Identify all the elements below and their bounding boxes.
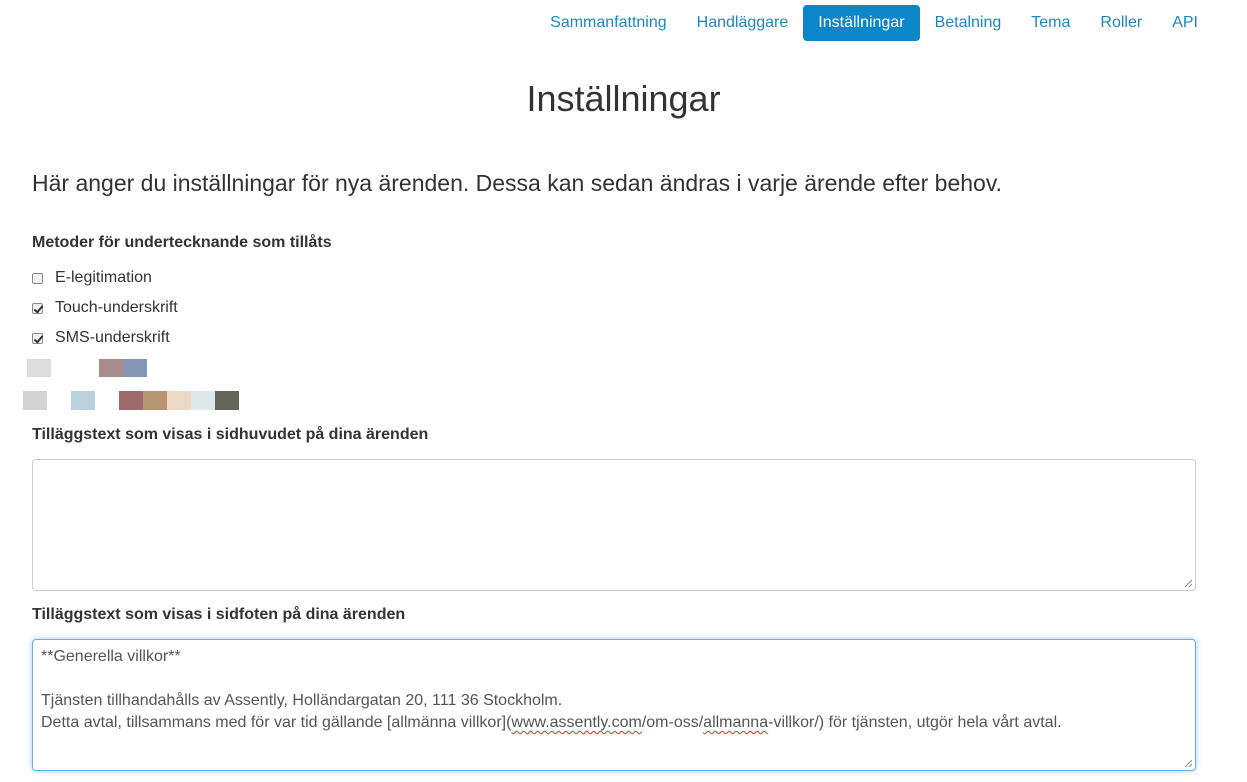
footer-text-label: Tilläggstext som visas i sidfoten på din… xyxy=(32,606,406,623)
settings-page: Sammanfattning Handläggare Inställningar… xyxy=(0,0,1247,782)
color-swatch xyxy=(215,391,239,410)
nav-tab-sammanfattning[interactable]: Sammanfattning xyxy=(535,5,682,41)
page-lead-text: Här anger du inställningar för nya ärend… xyxy=(32,170,1002,196)
footer-link-text: www.assently.com xyxy=(511,714,642,731)
touch-underskrift-checkbox[interactable] xyxy=(32,302,43,314)
resize-handle-icon[interactable] xyxy=(1184,759,1192,767)
color-swatch xyxy=(123,359,147,377)
nav-tab-installningar[interactable]: Inställningar xyxy=(803,5,920,41)
nav-tab-api[interactable]: API xyxy=(1157,5,1213,41)
header-text-label: Tilläggstext som visas i sidhuvudet på d… xyxy=(32,426,429,443)
nav-tab-betalning[interactable]: Betalning xyxy=(920,5,1017,41)
signing-option-e-legitimation[interactable]: E-legitimation xyxy=(32,269,152,287)
color-swatch xyxy=(27,359,51,377)
color-swatch xyxy=(143,391,167,410)
color-swatch xyxy=(119,391,143,410)
top-nav: Sammanfattning Handläggare Inställningar… xyxy=(535,5,1213,41)
footer-line-3: Tjänsten tillhandahålls av Assently, Hol… xyxy=(41,692,563,709)
color-swatch xyxy=(99,359,123,377)
page-title: Inställningar xyxy=(526,78,721,119)
footer-text-textarea[interactable]: **Generella villkor** Tjänsten tillhanda… xyxy=(32,639,1196,771)
header-text-textarea[interactable] xyxy=(32,459,1196,591)
footer-line-1: **Generella villkor** xyxy=(41,648,181,665)
footer-line-4b: /om-oss/ xyxy=(641,714,704,731)
e-legitimation-label: E-legitimation xyxy=(55,269,152,286)
nav-tab-roller[interactable]: Roller xyxy=(1085,5,1157,41)
signing-methods-label: Metoder för undertecknande som tillåts xyxy=(32,234,332,251)
footer-line-4a: Detta avtal, tillsammans med för var tid… xyxy=(41,714,512,731)
signing-option-touch[interactable]: Touch-underskrift xyxy=(32,299,178,317)
footer-misspelled-word: allmanna xyxy=(703,714,769,731)
nav-tab-tema[interactable]: Tema xyxy=(1016,5,1085,41)
footer-line-4c: -villkor/) för tjänsten, utgör hela vårt… xyxy=(768,714,1062,731)
signing-option-sms[interactable]: SMS-underskrift xyxy=(32,329,170,347)
color-swatch xyxy=(71,391,95,410)
sms-underskrift-checkbox[interactable] xyxy=(32,332,43,344)
color-swatch xyxy=(191,391,215,410)
nav-tab-handlaggare[interactable]: Handläggare xyxy=(682,5,804,41)
sms-underskrift-label: SMS-underskrift xyxy=(55,329,170,346)
color-swatch xyxy=(23,391,47,410)
e-legitimation-checkbox[interactable] xyxy=(32,272,43,284)
color-swatch xyxy=(167,391,191,410)
resize-handle-icon[interactable] xyxy=(1184,579,1192,587)
touch-underskrift-label: Touch-underskrift xyxy=(55,299,178,316)
